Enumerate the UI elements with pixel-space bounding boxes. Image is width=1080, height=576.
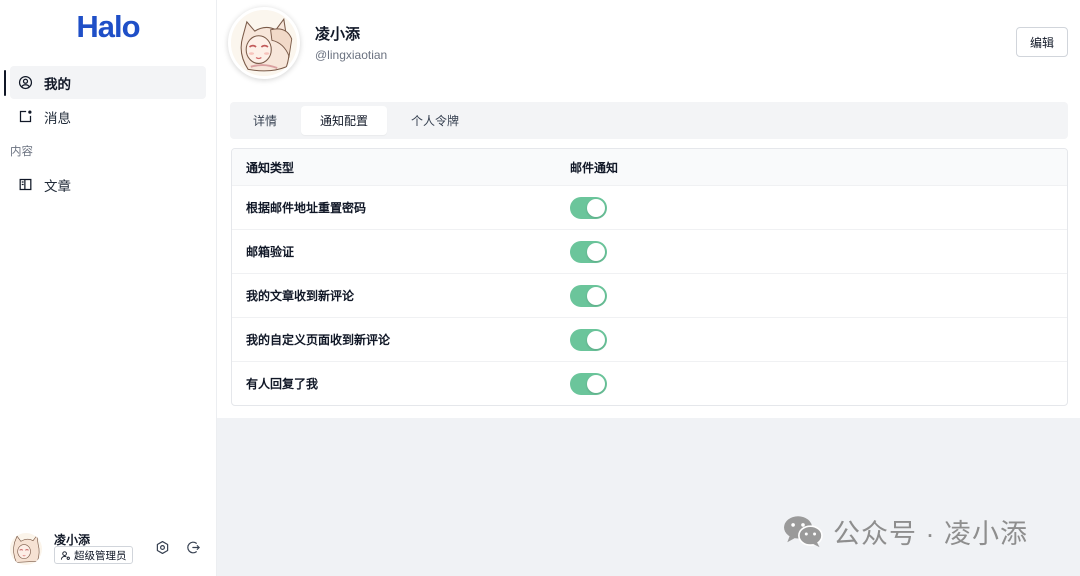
sidebar-item-profile[interactable]: 我的: [10, 66, 206, 99]
table-row: 我的自定义页面收到新评论: [232, 317, 1067, 361]
profile-username: @lingxiaotian: [315, 48, 388, 62]
watermark: 公众号 · 凌小添: [783, 513, 1028, 549]
table-header: 通知类型 邮件通知: [232, 149, 1067, 185]
email-cell: [556, 240, 1067, 263]
toggle-knob: [587, 242, 605, 261]
toggle-knob: [587, 198, 605, 217]
email-notification-toggle[interactable]: [570, 240, 607, 263]
active-indicator: [4, 70, 6, 96]
notification-type: 有人回复了我: [246, 377, 319, 391]
notification-badge-icon: [19, 110, 32, 123]
email-notification-toggle[interactable]: [570, 328, 607, 351]
gear-icon: [156, 540, 169, 555]
tab-personal-tokens[interactable]: 个人令牌: [392, 106, 478, 135]
main-content: 凌小添 @lingxiaotian 编辑 详情 通知配置 个人令牌 通知类型 邮…: [217, 0, 1080, 418]
sidebar-item-articles[interactable]: 文章: [10, 168, 206, 201]
toggle-knob: [587, 330, 605, 349]
sidebar-item-label: 文章: [44, 178, 71, 194]
sidebar-item-messages[interactable]: 消息: [10, 100, 206, 133]
user-settings-icon: [60, 550, 70, 560]
sidebar-item-label: 消息: [44, 110, 71, 126]
watermark-text: 公众号 · 凌小添: [833, 518, 1028, 549]
table-row: 我的文章收到新评论: [232, 273, 1067, 317]
tab-details[interactable]: 详情: [234, 106, 296, 135]
halo-logo[interactable]: Halo: [0, 7, 216, 47]
sidebar-item-label: 我的: [44, 76, 71, 92]
avatar[interactable]: [10, 533, 42, 565]
notification-type: 我的文章收到新评论: [246, 289, 355, 303]
edit-profile-button[interactable]: 编辑: [1016, 27, 1068, 57]
tab-notification-settings[interactable]: 通知配置: [301, 106, 388, 135]
current-user-panel: 凌小添 超级管理员: [0, 524, 216, 572]
wechat-icon: [784, 515, 823, 547]
notification-type: 邮箱验证: [246, 245, 295, 259]
profile-display-name: 凌小添: [315, 26, 361, 43]
settings-button[interactable]: [154, 539, 171, 556]
notification-type: 我的自定义页面收到新评论: [246, 333, 391, 347]
notification-settings-table: 通知类型 邮件通知 根据邮件地址重置密码 邮箱验证 我的文章收到新评论 我的自定…: [231, 148, 1068, 406]
email-cell: [556, 284, 1067, 307]
table-row: 根据邮件地址重置密码: [232, 185, 1067, 229]
email-notification-toggle[interactable]: [570, 372, 607, 395]
avatar-illustration: [231, 10, 297, 76]
role-label: 超级管理员: [74, 549, 127, 562]
email-notification-toggle[interactable]: [570, 196, 607, 219]
table-row: 邮箱验证: [232, 229, 1067, 273]
profile-tabs: 详情 通知配置 个人令牌: [230, 102, 1068, 139]
role-badge: 超级管理员: [54, 546, 133, 564]
column-header-email: 邮件通知: [570, 160, 619, 175]
avatar-illustration: [10, 533, 42, 565]
article-layout-icon: [19, 178, 32, 191]
logout-button[interactable]: [185, 539, 202, 556]
logout-icon: [187, 541, 200, 554]
toggle-knob: [587, 374, 605, 393]
sidebar-section-title: 内容: [10, 146, 33, 158]
user-circle-icon: [18, 75, 33, 90]
email-cell: [556, 328, 1067, 351]
profile-avatar[interactable]: [228, 7, 300, 79]
notification-type: 根据邮件地址重置密码: [246, 201, 367, 215]
table-row: 有人回复了我: [232, 361, 1067, 405]
toggle-knob: [587, 286, 605, 305]
email-notification-toggle[interactable]: [570, 284, 607, 307]
column-header-type: 通知类型: [246, 160, 295, 175]
sidebar: Halo 我的 消息 内容 文章 凌小添 超级管理员: [0, 0, 217, 576]
email-cell: [556, 196, 1067, 219]
email-cell: [556, 372, 1067, 395]
